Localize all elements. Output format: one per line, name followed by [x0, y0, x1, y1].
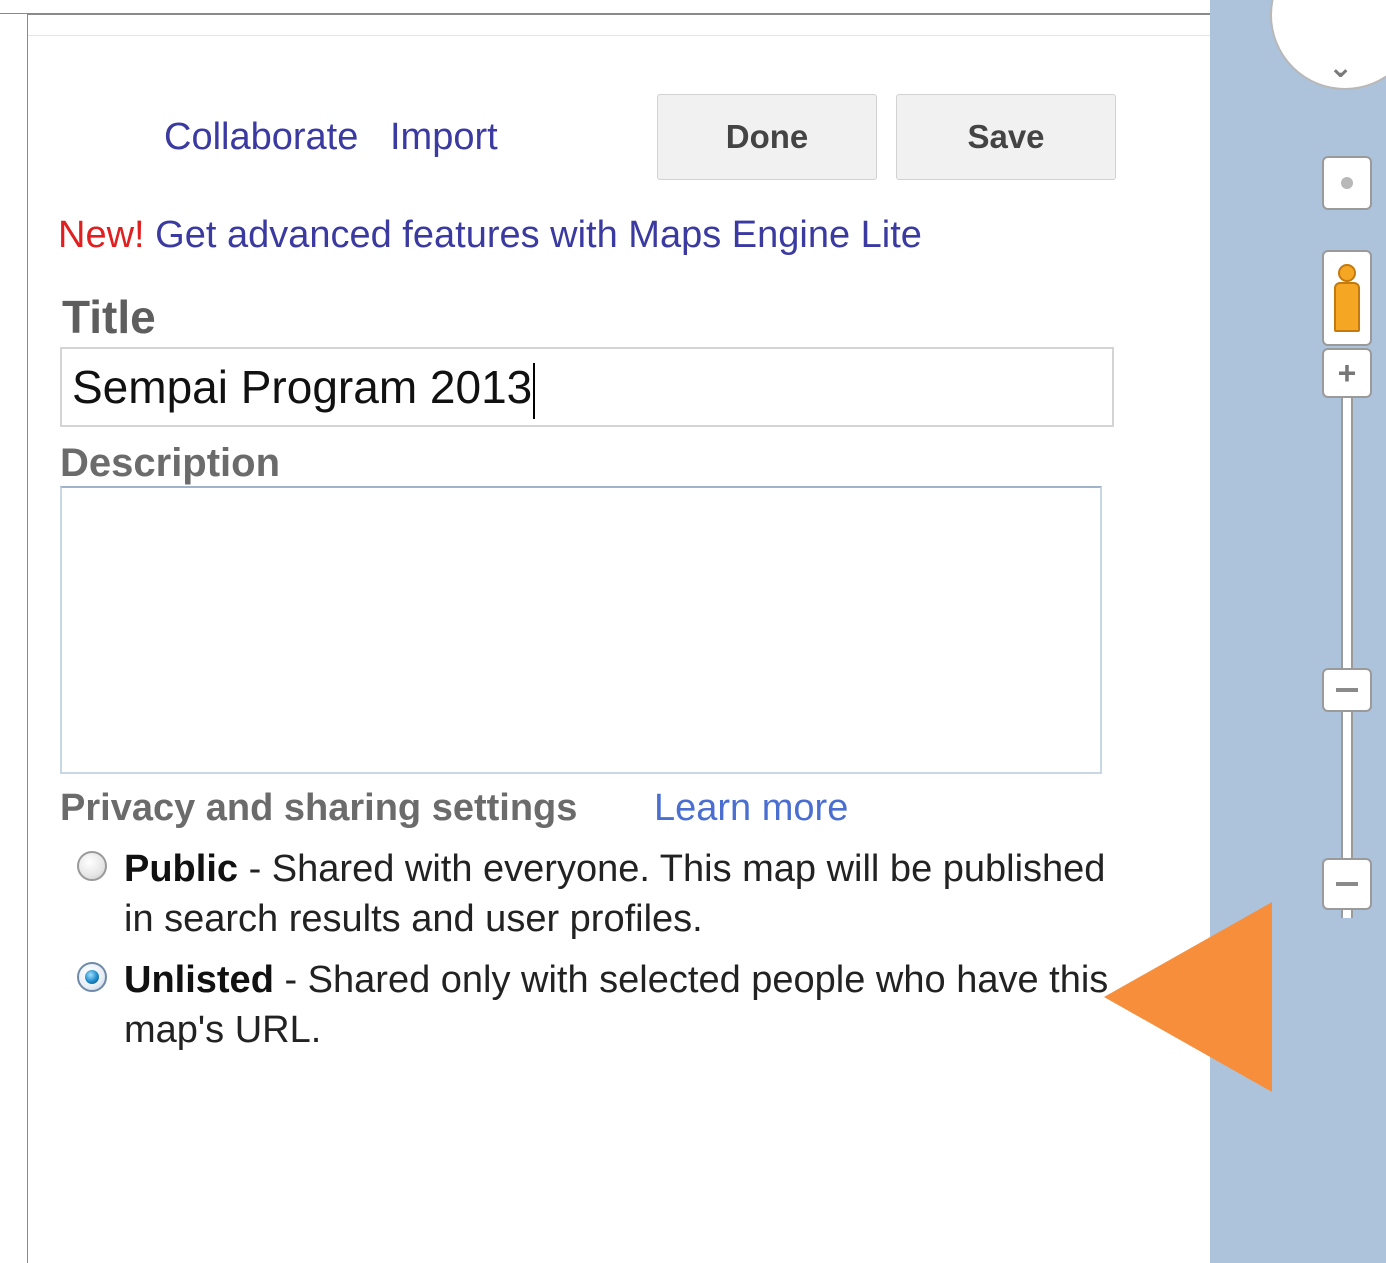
unlisted-radio[interactable]	[77, 962, 107, 992]
description-textarea[interactable]	[60, 486, 1102, 774]
minus-icon	[1336, 882, 1358, 886]
pegman-head	[1338, 264, 1356, 282]
zoom-slider-track[interactable]	[1341, 398, 1353, 918]
map-type-dot-button[interactable]	[1322, 156, 1372, 210]
public-option-label[interactable]: Public - Shared with everyone. This map …	[124, 844, 1114, 944]
promo-link[interactable]: Get advanced features with Maps Engine L…	[155, 214, 922, 256]
window-top-strip	[0, 0, 1386, 14]
collaborate-link[interactable]: Collaborate	[164, 116, 358, 159]
zoom-out-button[interactable]	[1322, 858, 1372, 910]
public-radio[interactable]	[77, 851, 107, 881]
panel-border-left	[0, 14, 28, 1263]
zoom-slider-handle[interactable]	[1322, 668, 1372, 712]
text-caret	[533, 362, 536, 419]
chevron-down-icon[interactable]: ⌄	[1328, 50, 1353, 85]
title-input[interactable]: Sempai Program 2013	[60, 347, 1114, 427]
zoom-in-button[interactable]: +	[1322, 348, 1372, 398]
pegman-icon[interactable]	[1322, 250, 1372, 346]
pegman-body	[1334, 282, 1360, 332]
unlisted-option-label[interactable]: Unlisted - Shared only with selected peo…	[124, 955, 1114, 1055]
dot-icon	[1341, 177, 1353, 189]
public-option-name: Public	[124, 848, 239, 890]
panel-divider	[28, 35, 1210, 36]
privacy-settings-label: Privacy and sharing settings	[60, 787, 578, 829]
unlisted-option-name: Unlisted	[124, 959, 274, 1001]
annotation-arrow-icon	[1104, 902, 1272, 1092]
import-link[interactable]: Import	[390, 116, 498, 159]
learn-more-link[interactable]: Learn more	[654, 787, 848, 830]
handle-grip-icon	[1336, 688, 1358, 692]
description-label: Description	[60, 441, 281, 485]
title-input-value: Sempai Program 2013	[72, 361, 533, 413]
promo-banner[interactable]: New! Get advanced features with Maps Eng…	[58, 214, 922, 257]
radio-selected-dot	[85, 970, 99, 984]
save-button[interactable]: Save	[896, 94, 1116, 180]
public-option-description: - Shared with everyone. This map will be…	[124, 848, 1106, 940]
title-label: Title	[62, 291, 156, 343]
done-button[interactable]: Done	[657, 94, 877, 180]
new-badge: New!	[58, 214, 145, 256]
